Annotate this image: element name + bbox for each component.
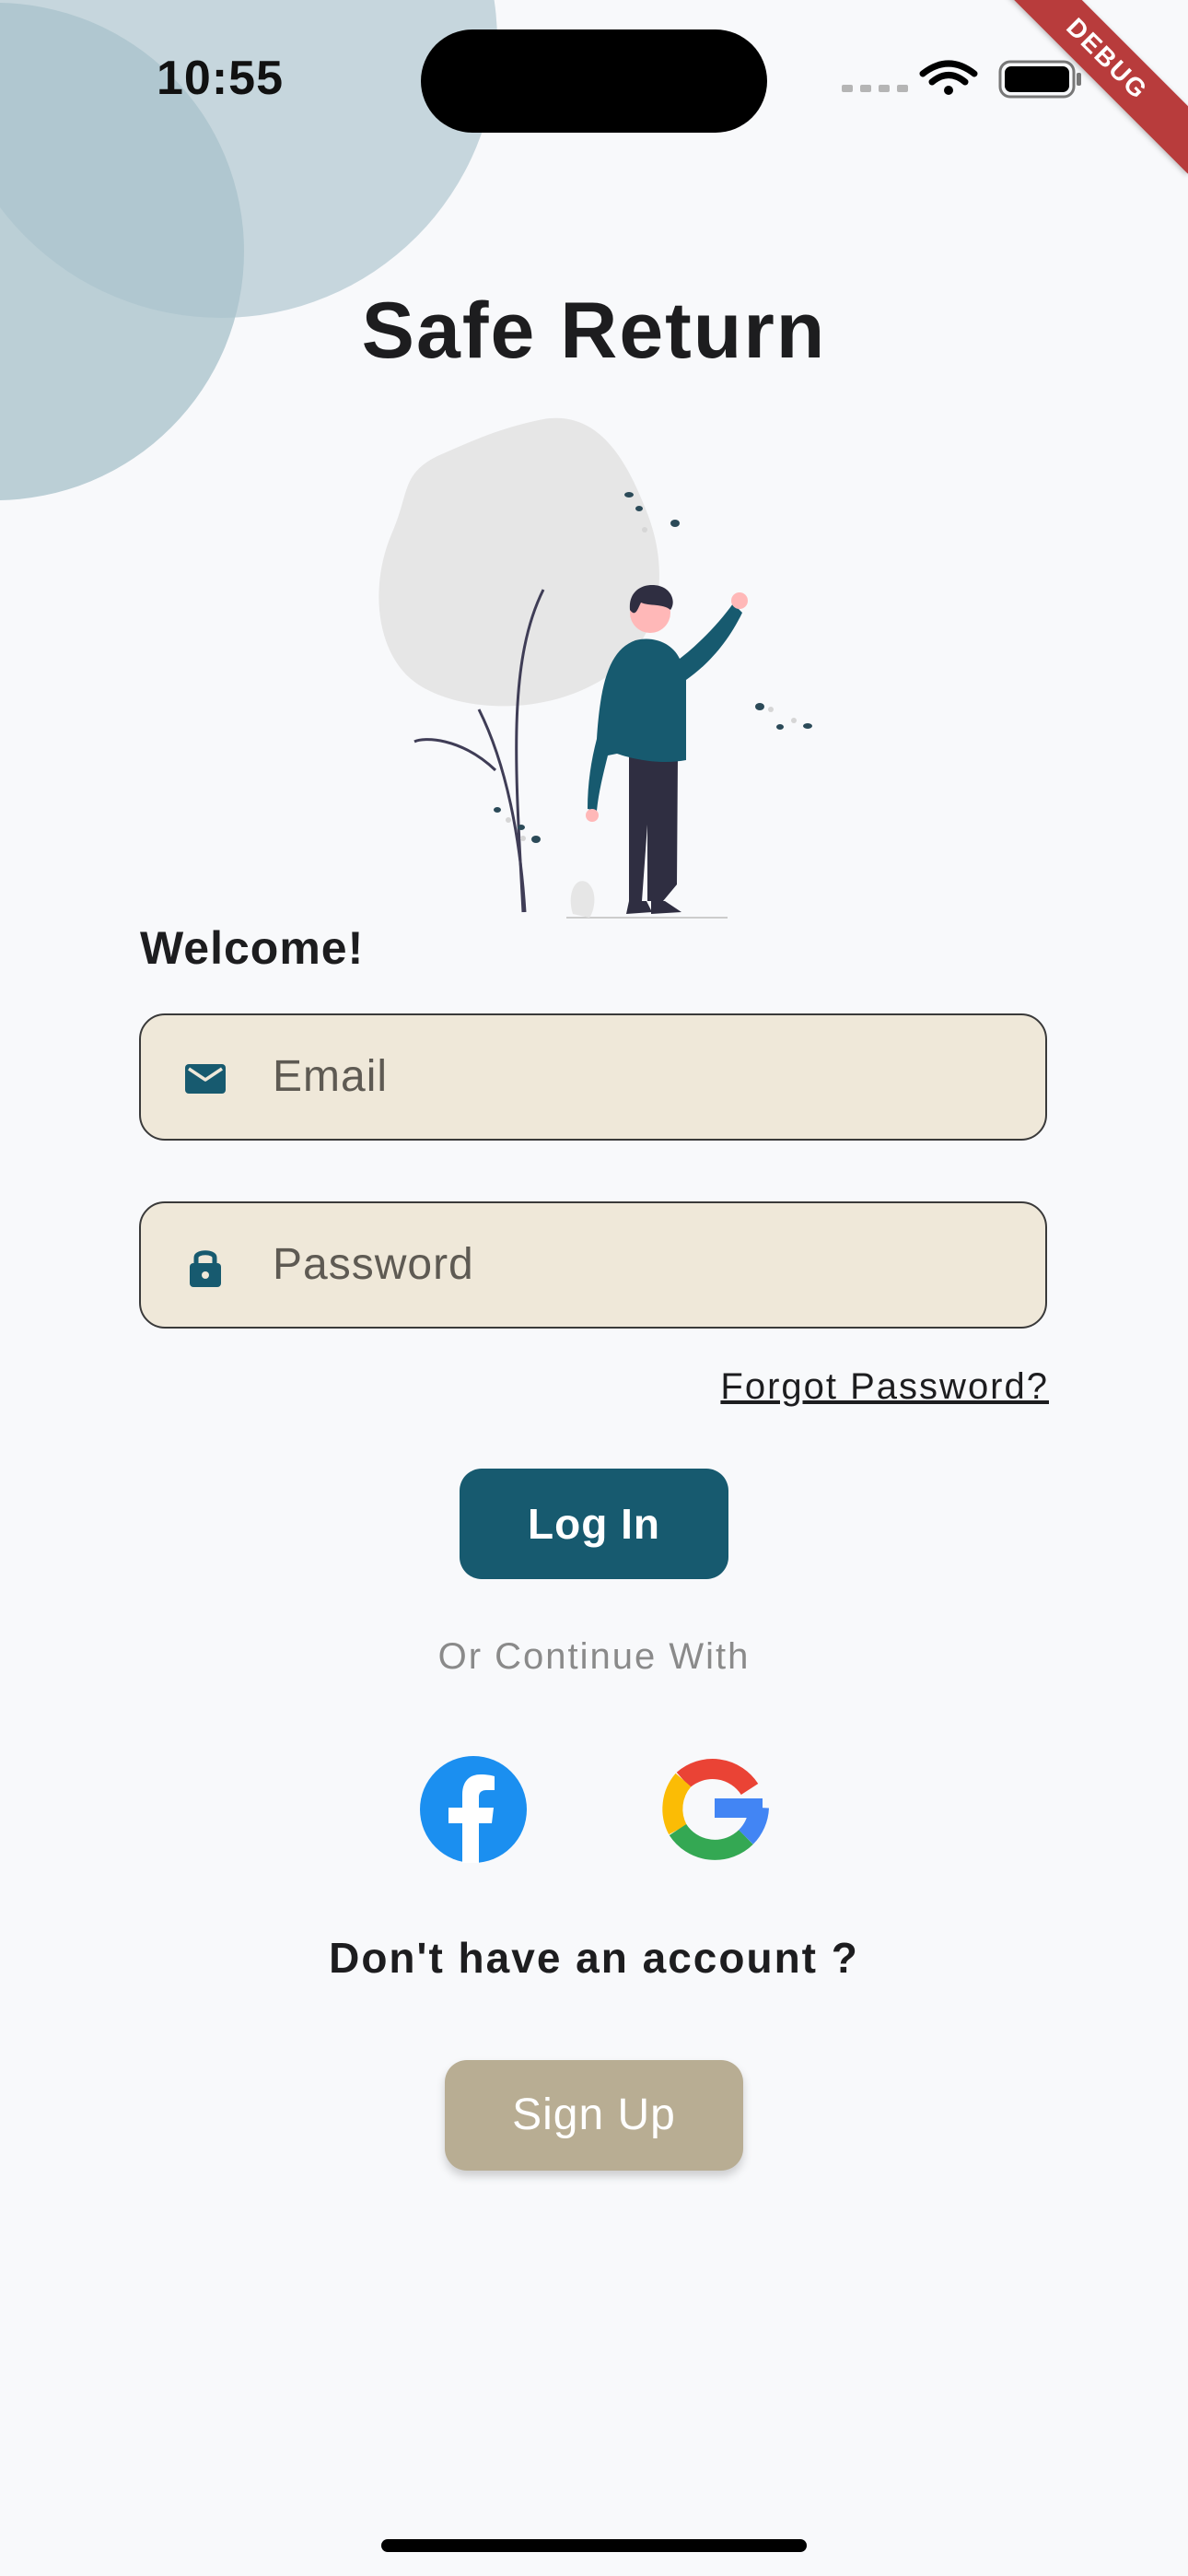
wifi-icon <box>919 60 978 95</box>
or-continue-label: Or Continue With <box>437 1636 751 1677</box>
lock-icon <box>190 1250 221 1287</box>
person-waving-illustration <box>379 417 812 919</box>
email-placeholder: Email <box>273 1052 389 1101</box>
battery-icon <box>998 60 1081 99</box>
facebook-icon[interactable] <box>418 1754 529 1865</box>
dynamic-island <box>421 29 767 133</box>
password-placeholder: Password <box>273 1240 474 1289</box>
status-bar-icons <box>842 60 1081 99</box>
mail-icon <box>185 1064 226 1094</box>
login-screen: 10:55 DEBUG Safe Return Welcome! Email P… <box>0 0 1188 2576</box>
signup-button[interactable]: Sign Up <box>445 2060 743 2171</box>
password-field[interactable]: Password <box>139 1201 1047 1329</box>
login-button[interactable]: Log In <box>460 1469 728 1579</box>
status-bar-time: 10:55 <box>157 52 284 105</box>
app-title: Safe Return <box>361 287 827 375</box>
email-field[interactable]: Email <box>139 1013 1047 1141</box>
cellular-signal-icon <box>842 85 908 92</box>
welcome-heading: Welcome! <box>140 922 365 974</box>
home-indicator[interactable] <box>381 2539 807 2552</box>
forgot-password-link[interactable]: Forgot Password? <box>720 1366 1049 1408</box>
no-account-prompt: Don't have an account ? <box>329 1934 859 1982</box>
google-icon[interactable] <box>659 1752 770 1863</box>
